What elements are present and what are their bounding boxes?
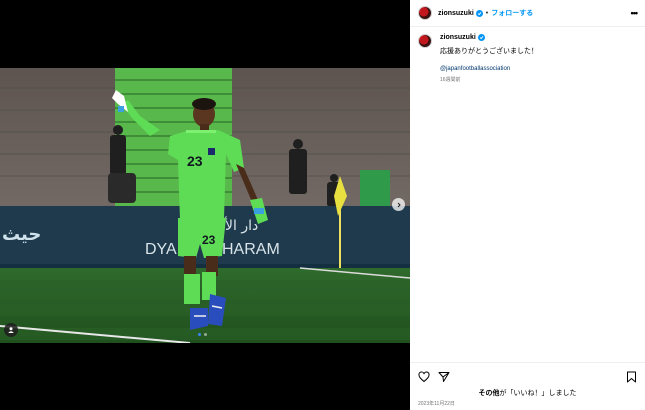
share-button[interactable] xyxy=(438,370,450,388)
follow-button[interactable]: フォローする xyxy=(491,8,533,18)
jersey-number: 23 xyxy=(187,153,203,169)
carousel-dot-1 xyxy=(198,333,201,336)
likes-summary: その他が「いいね！」しました xyxy=(410,388,645,398)
board-text-1: DYA xyxy=(145,241,177,258)
post-side-panel: zionsuzuki • フォローする ••• zionsuzuki 応援ありが… xyxy=(410,0,645,410)
likes-suffix: が「いいね！」しました xyxy=(499,390,577,397)
like-button[interactable] xyxy=(418,370,430,388)
post-photo: حيث DYA HARAM دار الأ 23 23 xyxy=(0,68,410,343)
post-caption: zionsuzuki 応援ありがとうございました！ @japanfootball… xyxy=(418,34,638,83)
post-header: zionsuzuki • フォローする ••• xyxy=(410,0,645,27)
caption-avatar[interactable] xyxy=(418,34,432,48)
bookmark-icon xyxy=(627,371,636,383)
caption-text: 応援ありがとうございました！ xyxy=(440,48,538,55)
post-date: 2023年11月22日 xyxy=(418,401,455,407)
verified-badge-icon xyxy=(477,34,485,41)
header-separator: • xyxy=(485,9,489,17)
carousel-dot-2 xyxy=(204,333,207,336)
post-footer: その他が「いいね！」しました 2023年11月22日 xyxy=(410,362,645,410)
header-username[interactable]: zionsuzuki xyxy=(438,10,474,17)
caption-username[interactable]: zionsuzuki xyxy=(440,34,476,41)
caption-mention-link[interactable]: @japanfootballassociation xyxy=(440,66,538,72)
chevron-right-icon xyxy=(397,202,401,207)
tagged-users-button[interactable] xyxy=(4,323,18,337)
board-arabic: دار الأ xyxy=(224,216,258,234)
avatar[interactable] xyxy=(418,6,432,20)
more-options-icon[interactable]: ••• xyxy=(631,8,639,18)
shorts-number: 23 xyxy=(202,233,216,247)
send-icon xyxy=(438,372,450,382)
action-bar xyxy=(418,370,450,388)
heart-icon xyxy=(418,371,430,383)
post-media: حيث DYA HARAM دار الأ 23 23 xyxy=(0,0,410,410)
user-icon xyxy=(8,327,14,333)
caption-timestamp: 16週間前 xyxy=(440,77,461,83)
carousel-indicator xyxy=(198,333,207,336)
verified-badge-icon xyxy=(475,9,483,17)
likes-others-link[interactable]: その他 xyxy=(479,390,500,397)
next-image-button[interactable] xyxy=(392,198,405,211)
board-left-text: حيث xyxy=(2,224,41,245)
board-text-2: HARAM xyxy=(222,241,280,258)
save-button[interactable] xyxy=(626,370,637,388)
